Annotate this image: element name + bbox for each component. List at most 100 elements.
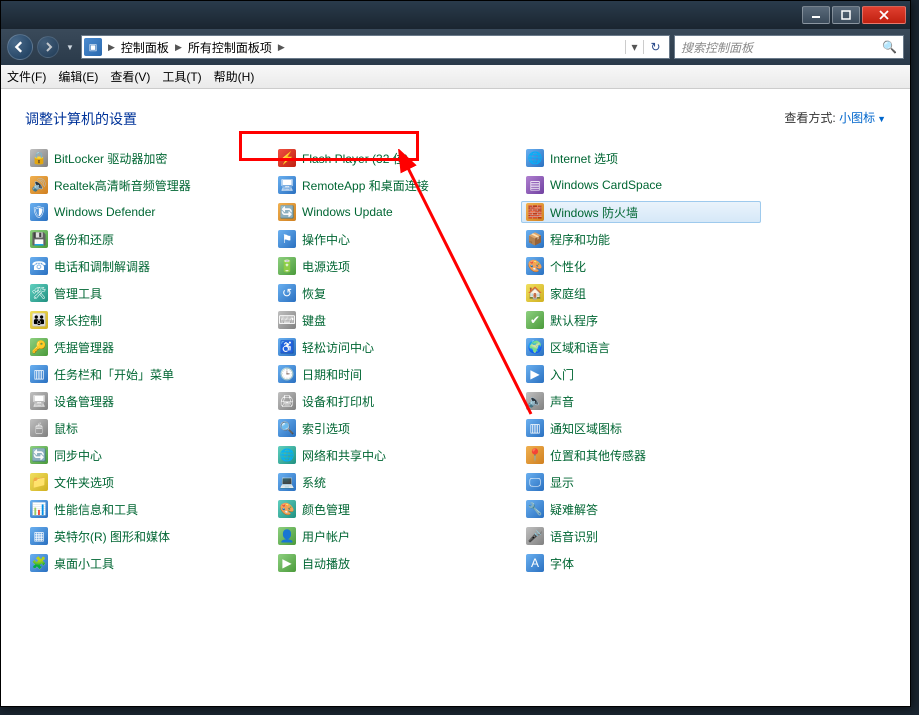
close-button[interactable] <box>862 6 906 24</box>
item-label: 恢复 <box>302 285 326 302</box>
control-panel-item[interactable]: 🔍索引选项 <box>273 417 513 439</box>
control-panel-item[interactable]: 🖱鼠标 <box>25 417 265 439</box>
item-label: 个性化 <box>550 258 586 275</box>
item-label: 桌面小工具 <box>54 555 114 572</box>
getting-started-icon: ▶ <box>526 365 544 383</box>
refresh-button[interactable]: ↻ <box>643 40 667 54</box>
control-panel-item[interactable]: 📦程序和功能 <box>521 228 761 250</box>
item-label: 键盘 <box>302 312 326 329</box>
control-panel-item[interactable]: 🌐Internet 选项 <box>521 147 761 169</box>
address-bar[interactable]: ▣ ▶ 控制面板 ▶ 所有控制面板项 ▶ ▾ ↻ <box>81 35 670 59</box>
control-panel-item[interactable]: 🌐网络和共享中心 <box>273 444 513 466</box>
search-icon[interactable]: 🔍 <box>882 40 897 54</box>
content-area: 调整计算机的设置 查看方式: 小图标▼ 🔒BitLocker 驱动器加密🔊Rea… <box>1 89 910 706</box>
control-panel-item[interactable]: 👤用户帐户 <box>273 525 513 547</box>
troubleshoot-icon: 🔧 <box>526 500 544 518</box>
control-panel-window: ▼ ▣ ▶ 控制面板 ▶ 所有控制面板项 ▶ ▾ ↻ 搜索控制面板 🔍 文件(F… <box>0 0 911 707</box>
parental-icon: 👪 <box>30 311 48 329</box>
control-panel-item[interactable]: 🔑凭据管理器 <box>25 336 265 358</box>
view-mode-selector[interactable]: 查看方式: 小图标▼ <box>784 109 886 126</box>
control-panel-item[interactable]: 🧩桌面小工具 <box>25 552 265 574</box>
items-column: ⚡Flash Player (32 位) 🖥RemoteApp 和桌面连接 🔄Win… <box>273 147 513 574</box>
sync-icon: 🔄 <box>30 446 48 464</box>
control-panel-item[interactable]: 💾备份和还原 <box>25 228 265 250</box>
control-panel-item[interactable]: ⚡Flash Player (32 位) <box>273 147 513 169</box>
item-label: 自动播放 <box>302 555 350 572</box>
control-panel-item[interactable]: 🖥RemoteApp 和桌面连接 <box>273 174 513 196</box>
item-label: 语音识别 <box>550 528 598 545</box>
control-panel-item[interactable]: 🔊Realtek高清晰音频管理器 <box>25 174 265 196</box>
control-panel-item[interactable]: 🛡Windows Defender <box>25 201 265 223</box>
control-panel-item[interactable]: ✔默认程序 <box>521 309 761 331</box>
items-column: 🔒BitLocker 驱动器加密 🔊Realtek高清晰音频管理器 🛡Windows… <box>25 147 265 574</box>
control-panel-item[interactable]: ▤Windows CardSpace <box>521 174 761 196</box>
control-panel-item[interactable]: ☎电话和调制解调器 <box>25 255 265 277</box>
taskbar-icon: ▥ <box>30 365 48 383</box>
control-panel-item[interactable]: 🔒BitLocker 驱动器加密 <box>25 147 265 169</box>
performance-icon: 📊 <box>30 500 48 518</box>
view-mode-value[interactable]: 小图标 <box>839 111 875 125</box>
control-panel-item[interactable]: ▶入门 <box>521 363 761 385</box>
control-panel-item[interactable]: ↺恢复 <box>273 282 513 304</box>
breadcrumb-seg-1[interactable]: 控制面板 <box>117 39 173 56</box>
control-panel-item[interactable]: ♿轻松访问中心 <box>273 336 513 358</box>
control-panel-item[interactable]: 💻 系统 <box>273 471 513 493</box>
control-panel-item[interactable]: 🛠管理工具 <box>25 282 265 304</box>
control-panel-item[interactable]: ⌨键盘 <box>273 309 513 331</box>
menu-view[interactable]: 查看(V) <box>110 68 150 85</box>
item-label: 电话和调制解调器 <box>54 258 150 275</box>
intel-gfx-icon: ▦ <box>30 527 48 545</box>
minimize-button[interactable] <box>802 6 830 24</box>
control-panel-item[interactable]: 🌍区域和语言 <box>521 336 761 358</box>
item-label: 同步中心 <box>54 447 102 464</box>
item-label: 系统 <box>302 474 326 491</box>
view-mode-label: 查看方式: <box>784 111 835 125</box>
control-panel-item[interactable]: ▥ 任务栏和「开始」菜单 <box>25 363 265 385</box>
control-panel-item[interactable]: ⚑操作中心 <box>273 228 513 250</box>
control-panel-item[interactable]: 🔈声音 <box>521 390 761 412</box>
indexing-icon: 🔍 <box>278 419 296 437</box>
menu-edit[interactable]: 编辑(E) <box>58 68 98 85</box>
nav-history-dropdown[interactable]: ▼ <box>63 43 77 52</box>
item-label: Windows Update <box>302 205 393 219</box>
lock-drive-icon: 🔒 <box>30 149 48 167</box>
autoplay-icon: ▶ <box>278 554 296 572</box>
item-label: 任务栏和「开始」菜单 <box>54 366 174 383</box>
menu-file[interactable]: 文件(F) <box>7 68 46 85</box>
control-panel-item[interactable]: 🔄Windows Update <box>273 201 513 223</box>
control-panel-item[interactable]: 🎤语音识别 <box>521 525 761 547</box>
nav-back-button[interactable] <box>7 34 33 60</box>
control-panel-item[interactable]: 📁文件夹选项 <box>25 471 265 493</box>
nav-forward-button[interactable] <box>37 36 59 58</box>
maximize-button[interactable] <box>832 6 860 24</box>
control-panel-item[interactable]: 🖨设备和打印机 <box>273 390 513 412</box>
system-icon: 💻 <box>278 473 296 491</box>
control-panel-item[interactable]: 🧱Windows 防火墙 <box>521 201 761 223</box>
tray-icons-icon: ▥ <box>526 419 544 437</box>
control-panel-item[interactable]: 🔄 同步中心 <box>25 444 265 466</box>
control-panel-item[interactable]: 🎨个性化 <box>521 255 761 277</box>
control-panel-item[interactable]: ▶ 自动播放 <box>273 552 513 574</box>
breadcrumb-arrow-icon: ▶ <box>276 42 287 53</box>
search-input[interactable]: 搜索控制面板 🔍 <box>674 35 904 59</box>
menu-help[interactable]: 帮助(H) <box>214 68 255 85</box>
item-label: 通知区域图标 <box>550 420 622 437</box>
control-panel-item[interactable]: 🖥设备管理器 <box>25 390 265 412</box>
control-panel-item[interactable]: ▦英特尔(R) 图形和媒体 <box>25 525 265 547</box>
breadcrumb-seg-2[interactable]: 所有控制面板项 <box>184 39 276 56</box>
chevron-down-icon: ▼ <box>877 114 886 124</box>
menu-tools[interactable]: 工具(T) <box>162 68 201 85</box>
control-panel-item[interactable]: 🖵显示 <box>521 471 761 493</box>
control-panel-item[interactable]: ▥ 通知区域图标 <box>521 417 761 439</box>
control-panel-item[interactable]: 📊性能信息和工具 <box>25 498 265 520</box>
control-panel-item[interactable]: 🎨颜色管理 <box>273 498 513 520</box>
control-panel-item[interactable]: A字体 <box>521 552 761 574</box>
control-panel-item[interactable]: 📍位置和其他传感器 <box>521 444 761 466</box>
control-panel-item[interactable]: 🔧疑难解答 <box>521 498 761 520</box>
control-panel-item[interactable]: 🔋电源选项 <box>273 255 513 277</box>
control-panel-item[interactable]: 👪家长控制 <box>25 309 265 331</box>
control-panel-item[interactable]: 🏠家庭组 <box>521 282 761 304</box>
item-label: 字体 <box>550 555 574 572</box>
address-dropdown[interactable]: ▾ <box>625 40 643 54</box>
control-panel-item[interactable]: 🕒日期和时间 <box>273 363 513 385</box>
